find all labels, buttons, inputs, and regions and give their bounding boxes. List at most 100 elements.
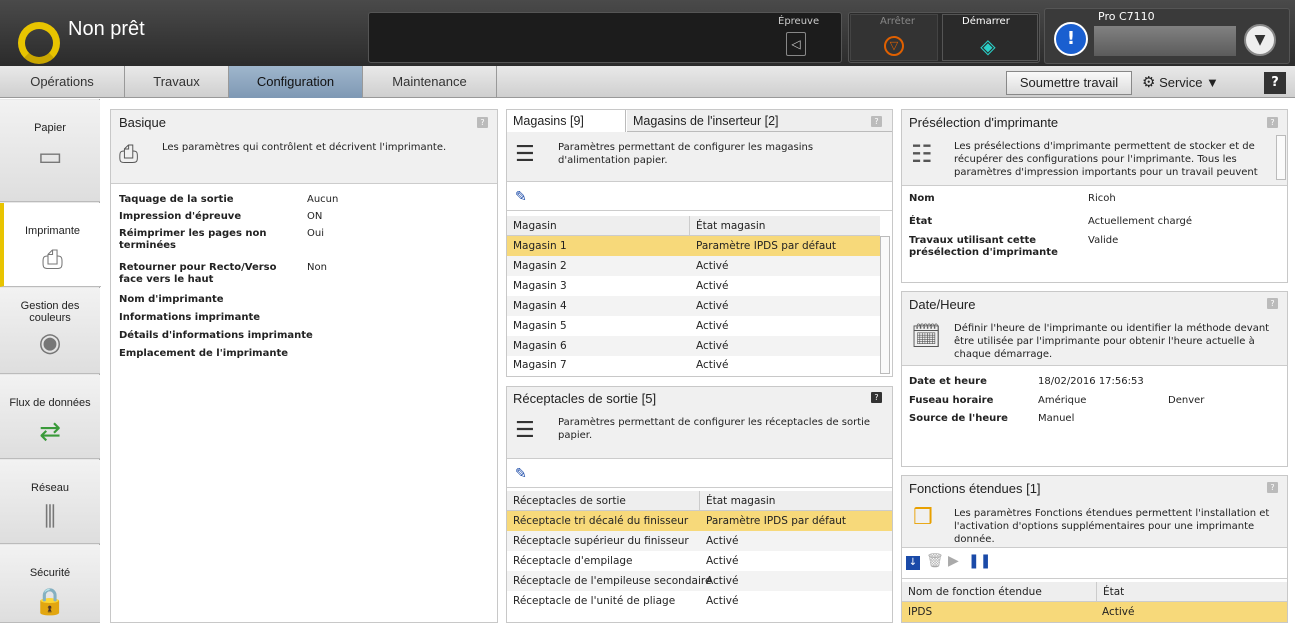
edit-icon[interactable]: ✎ <box>515 466 527 482</box>
tray-list-icon: ☰ <box>515 142 535 167</box>
tray-name: Magasin 5 <box>513 320 567 332</box>
table-row[interactable]: Magasin 7 Activé <box>507 356 880 374</box>
basic-label: Réimprimer les pages non terminées <box>119 228 267 251</box>
datetime-label: Fuseau horaire <box>909 395 994 406</box>
trays-desc: Paramètres permettant de configurer les … <box>558 142 814 166</box>
tray-state: Activé <box>696 300 729 312</box>
output-trays-title: Réceptacles de sortie [5] <box>513 391 657 406</box>
table-row[interactable]: Réceptacle de l'unité de pliage Activé <box>507 591 892 611</box>
trays-scrollbar[interactable] <box>880 236 890 374</box>
table-row[interactable]: Magasin 1 Paramètre IPDS par défaut <box>507 236 880 256</box>
alert-icon[interactable]: ! <box>1054 22 1088 56</box>
tab-operations[interactable]: Opérations <box>0 66 125 98</box>
data-flow-icon: ⇄ <box>39 417 61 447</box>
printer-icon: ⎙ <box>119 140 139 168</box>
printer-image-icon <box>1094 26 1236 56</box>
help-button[interactable]: ? <box>1264 72 1286 94</box>
feature-state: Activé <box>1102 606 1135 618</box>
table-row[interactable]: Réceptacle tri décalé du finisseur Paramè… <box>507 511 892 531</box>
basic-label: Retourner pour Recto/Verso face vers le … <box>119 262 277 285</box>
table-row[interactable]: Magasin 6 Activé <box>507 336 880 356</box>
table-row[interactable]: Magasin 3 Activé <box>507 276 880 296</box>
basic-value: ON <box>307 211 323 222</box>
tray-name: Magasin 3 <box>513 280 567 292</box>
nav-network-label: Réseau <box>31 482 69 494</box>
output-tray-state: Activé <box>706 535 739 547</box>
nav-paper[interactable]: Papier ▭ <box>0 100 100 202</box>
proof-icon[interactable]: ◁ <box>786 32 806 56</box>
datetime-title: Date/Heure <box>909 297 976 312</box>
table-row[interactable]: Magasin 5 Activé <box>507 316 880 336</box>
table-row[interactable]: Réceptacle de l'empileuse secondaire Acti… <box>507 571 892 591</box>
table-header: Réceptacles de sortie État magasin <box>507 491 892 511</box>
tab-configuration[interactable]: Configuration <box>229 66 363 98</box>
tray-name: Magasin 7 <box>513 359 567 371</box>
service-button[interactable]: ⚙ Service ▼ <box>1142 71 1254 95</box>
datetime-value: 18/02/2016 17:56:53 <box>1038 376 1144 387</box>
nav-security-label: Sécurité <box>29 567 71 579</box>
preset-desc: Les présélections d'imprimante permetten… <box>954 141 1258 178</box>
output-tray-name: Réceptacle tri décalé du finisseur <box>513 515 689 527</box>
extended-features-desc: Les paramètres Fonctions étendues permet… <box>954 508 1270 545</box>
basic-desc: Les paramètres qui contrôlent et décrive… <box>162 142 447 153</box>
basic-label: Emplacement de l'imprimante <box>119 348 289 359</box>
pause-icon[interactable]: ❚❚ <box>968 553 991 569</box>
nav-printer[interactable]: Imprimante ⎙ <box>0 203 101 287</box>
delete-icon[interactable]: 🗑 <box>926 553 944 569</box>
submit-job-button[interactable]: Soumettre travail <box>1006 71 1132 95</box>
help-icon[interactable]: ? <box>871 116 882 127</box>
basic-value: Aucun <box>307 194 339 205</box>
tray-state: Activé <box>696 359 729 371</box>
datetime-value: Manuel <box>1038 413 1075 424</box>
output-tray-state: Paramètre IPDS par défaut <box>706 515 847 527</box>
tab-maintenance[interactable]: Maintenance <box>363 66 497 98</box>
output-trays-toolbar <box>507 460 892 488</box>
nav-dataflow[interactable]: Flux de données ⇄ <box>0 375 100 459</box>
tray-state: Activé <box>696 320 729 332</box>
col-feature-name: Nom de fonction étendue <box>908 586 1042 598</box>
play-icon[interactable]: ▶ <box>948 553 959 569</box>
help-icon[interactable]: ? <box>871 392 882 403</box>
tray-name: Magasin 4 <box>513 300 567 312</box>
basic-panel <box>110 109 498 623</box>
table-row[interactable]: IPDS Activé <box>902 602 1287 622</box>
output-tray-state: Activé <box>706 555 739 567</box>
preset-value: Valide <box>1088 235 1119 246</box>
help-icon[interactable]: ? <box>1267 117 1278 128</box>
nav-dataflow-label: Flux de données <box>9 397 91 409</box>
preset-desc-scrollbar[interactable] <box>1276 135 1286 180</box>
install-icon[interactable]: ↓ <box>906 556 920 570</box>
nav-color-label: Gestion des couleurs <box>20 300 80 324</box>
extended-features-toolbar <box>902 549 1287 579</box>
table-row[interactable]: Réceptacle supérieur du finisseur Activé <box>507 531 892 551</box>
tab-trays[interactable]: Magasins [9] <box>507 110 626 132</box>
table-row[interactable]: Magasin 2 Activé <box>507 256 880 276</box>
help-icon[interactable]: ? <box>1267 298 1278 309</box>
edit-icon[interactable]: ✎ <box>515 189 527 205</box>
nav-color[interactable]: Gestion des couleurs ◉ <box>0 288 100 374</box>
tab-inserter-trays[interactable]: Magasins de l'inserteur [2] <box>627 110 892 132</box>
help-icon[interactable]: ? <box>477 117 488 128</box>
preset-label: Travaux utilisant cette présélection d'i… <box>909 235 1058 258</box>
calendar-clock-icon: 🗓 <box>911 322 942 350</box>
trays-toolbar <box>507 183 892 211</box>
basic-value: Oui <box>307 228 324 239</box>
basic-label: Taquage de la sortie <box>119 194 234 205</box>
printer-model: Pro C7110 <box>1098 10 1155 23</box>
tray-state: Activé <box>696 340 729 352</box>
cubes-icon: ❒ <box>913 505 933 530</box>
table-row[interactable]: Magasin 4 Activé <box>507 296 880 316</box>
stop-icon: ▽ <box>884 36 904 56</box>
basic-label: Informations imprimante <box>119 312 261 323</box>
basic-title: Basique <box>119 115 166 130</box>
nav-network[interactable]: Réseau ⫼ <box>0 460 100 544</box>
table-row[interactable]: Réceptacle d'empilage Activé <box>507 551 892 571</box>
output-tray-name: Réceptacle supérieur du finisseur <box>513 535 689 547</box>
menu-down-icon[interactable]: ▼ <box>1244 24 1276 56</box>
tray-state: Activé <box>696 260 729 272</box>
message-area <box>368 12 842 63</box>
nav-security[interactable]: Sécurité 🔒 <box>0 545 100 623</box>
tab-jobs[interactable]: Travaux <box>125 66 229 98</box>
help-icon[interactable]: ? <box>1267 482 1278 493</box>
table-header: Magasin État magasin <box>507 216 880 236</box>
